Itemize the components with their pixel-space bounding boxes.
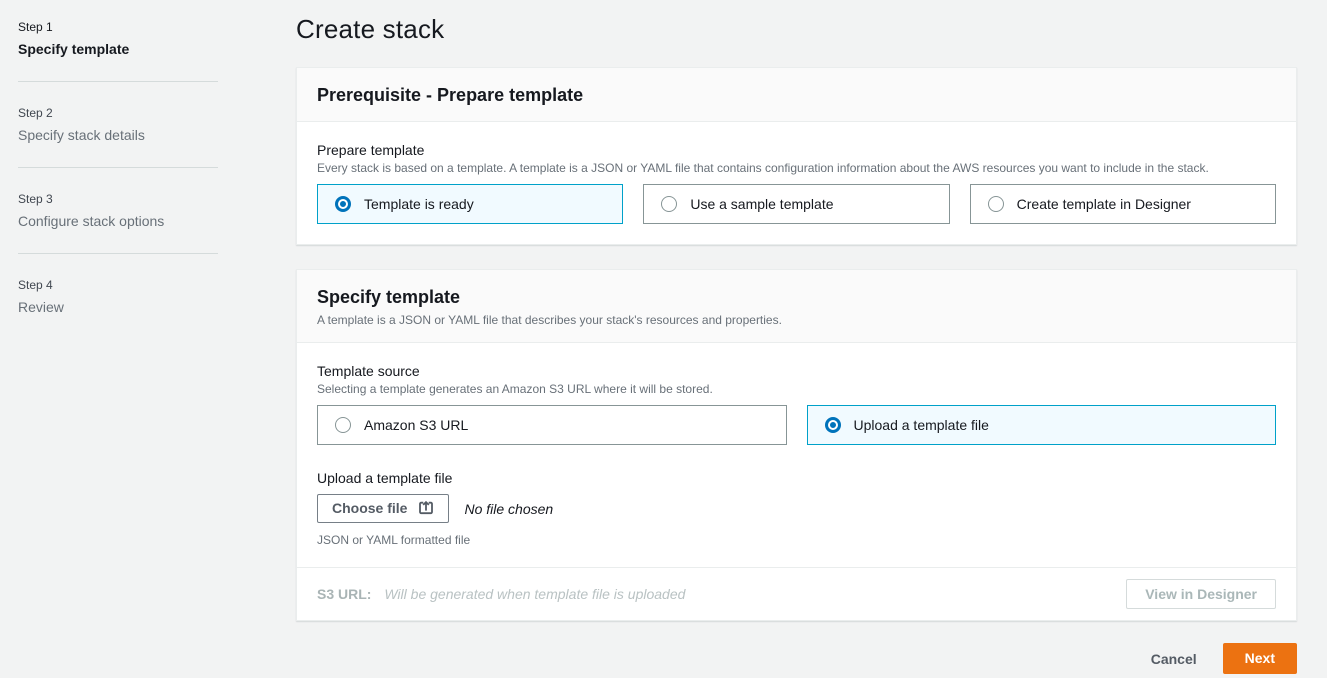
option-template-is-ready[interactable]: Template is ready — [317, 184, 623, 224]
step-label: Specify stack details — [18, 127, 218, 143]
step-number: Step 4 — [18, 278, 218, 292]
step-number: Step 3 — [18, 192, 218, 206]
choose-file-label: Choose file — [332, 500, 407, 516]
radio-checked-icon — [335, 196, 351, 212]
sidebar-step-1[interactable]: Step 1 Specify template — [18, 20, 218, 57]
template-source-description: Selecting a template generates an Amazon… — [317, 382, 1276, 396]
main-content: Create stack Prerequisite - Prepare temp… — [296, 14, 1297, 674]
option-label: Create template in Designer — [1017, 196, 1191, 212]
prepare-template-label: Prepare template — [317, 142, 1276, 158]
option-label: Upload a template file — [854, 417, 989, 433]
sidebar-step-4[interactable]: Step 4 Review — [18, 278, 218, 315]
panel-title: Specify template — [317, 287, 1276, 308]
radio-unchecked-icon — [988, 196, 1004, 212]
step-label: Configure stack options — [18, 213, 218, 229]
divider — [18, 167, 218, 168]
steps-sidebar: Step 1 Specify template Step 2 Specify s… — [18, 20, 218, 315]
prepare-template-options: Template is ready Use a sample template … — [317, 184, 1276, 224]
step-number: Step 1 — [18, 20, 218, 34]
radio-checked-icon — [825, 417, 841, 433]
cancel-button[interactable]: Cancel — [1151, 651, 1197, 667]
upload-icon — [418, 500, 434, 516]
step-label: Specify template — [18, 41, 218, 57]
prerequisite-panel-header: Prerequisite - Prepare template — [297, 68, 1296, 122]
s3-url-label: S3 URL: — [317, 586, 371, 602]
option-label: Template is ready — [364, 196, 474, 212]
panel-title: Prerequisite - Prepare template — [317, 85, 1276, 106]
option-upload-template-file[interactable]: Upload a template file — [807, 405, 1277, 445]
option-use-sample-template[interactable]: Use a sample template — [643, 184, 949, 224]
page-title: Create stack — [296, 14, 1297, 45]
divider — [18, 81, 218, 82]
divider — [18, 253, 218, 254]
prerequisite-panel-body: Prepare template Every stack is based on… — [297, 122, 1296, 244]
choose-file-button[interactable]: Choose file — [317, 494, 449, 523]
upload-template-block: Upload a template file Choose file No fi — [317, 470, 1276, 547]
option-create-template-designer[interactable]: Create template in Designer — [970, 184, 1276, 224]
prepare-template-description: Every stack is based on a template. A te… — [317, 161, 1276, 175]
template-source-options: Amazon S3 URL Upload a template file — [317, 405, 1276, 445]
specify-template-panel: Specify template A template is a JSON or… — [296, 269, 1297, 621]
sidebar-step-2[interactable]: Step 2 Specify stack details — [18, 106, 218, 143]
view-in-designer-button[interactable]: View in Designer — [1126, 579, 1276, 609]
step-label: Review — [18, 299, 218, 315]
format-hint: JSON or YAML formatted file — [317, 533, 1276, 547]
radio-unchecked-icon — [661, 196, 677, 212]
option-amazon-s3-url[interactable]: Amazon S3 URL — [317, 405, 787, 445]
option-label: Use a sample template — [690, 196, 833, 212]
sidebar-step-3[interactable]: Step 3 Configure stack options — [18, 192, 218, 229]
specify-template-panel-header: Specify template A template is a JSON or… — [297, 270, 1296, 343]
prerequisite-panel: Prerequisite - Prepare template Prepare … — [296, 67, 1297, 245]
panel-description: A template is a JSON or YAML file that d… — [317, 313, 1276, 327]
file-chosen-status: No file chosen — [464, 501, 553, 517]
radio-unchecked-icon — [335, 417, 351, 433]
upload-template-label: Upload a template file — [317, 470, 1276, 486]
step-number: Step 2 — [18, 106, 218, 120]
specify-template-panel-body: Template source Selecting a template gen… — [297, 343, 1296, 567]
specify-template-panel-footer: S3 URL: Will be generated when template … — [297, 567, 1296, 620]
template-source-label: Template source — [317, 363, 1276, 379]
form-actions: Cancel Next — [296, 643, 1297, 674]
next-button[interactable]: Next — [1223, 643, 1297, 674]
option-label: Amazon S3 URL — [364, 417, 468, 433]
s3-url-value: Will be generated when template file is … — [384, 586, 685, 602]
